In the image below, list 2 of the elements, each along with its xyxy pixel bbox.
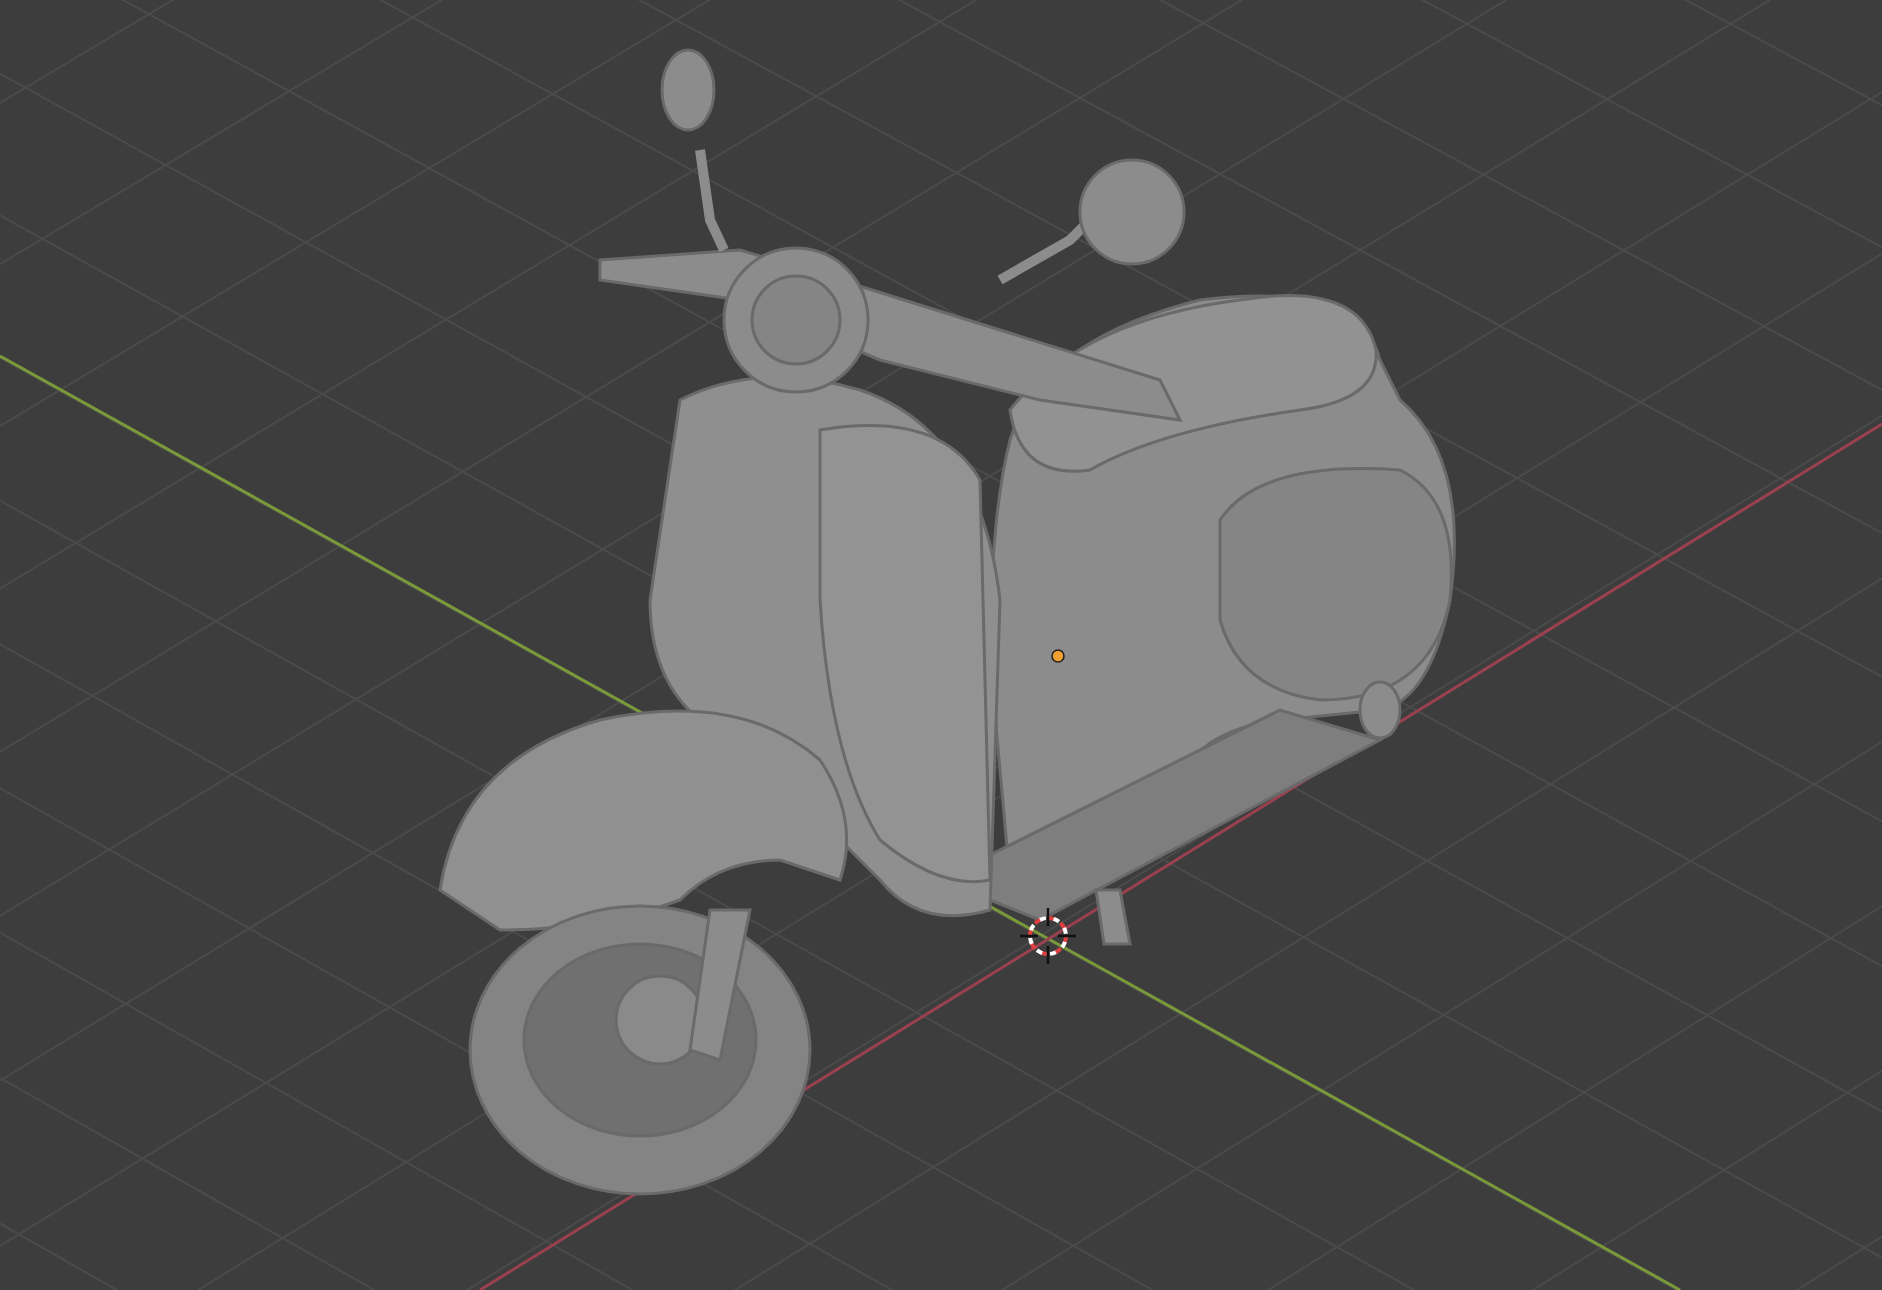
viewport[interactable] [0,0,1882,1290]
3d-cursor-icon[interactable] [1018,906,1078,966]
